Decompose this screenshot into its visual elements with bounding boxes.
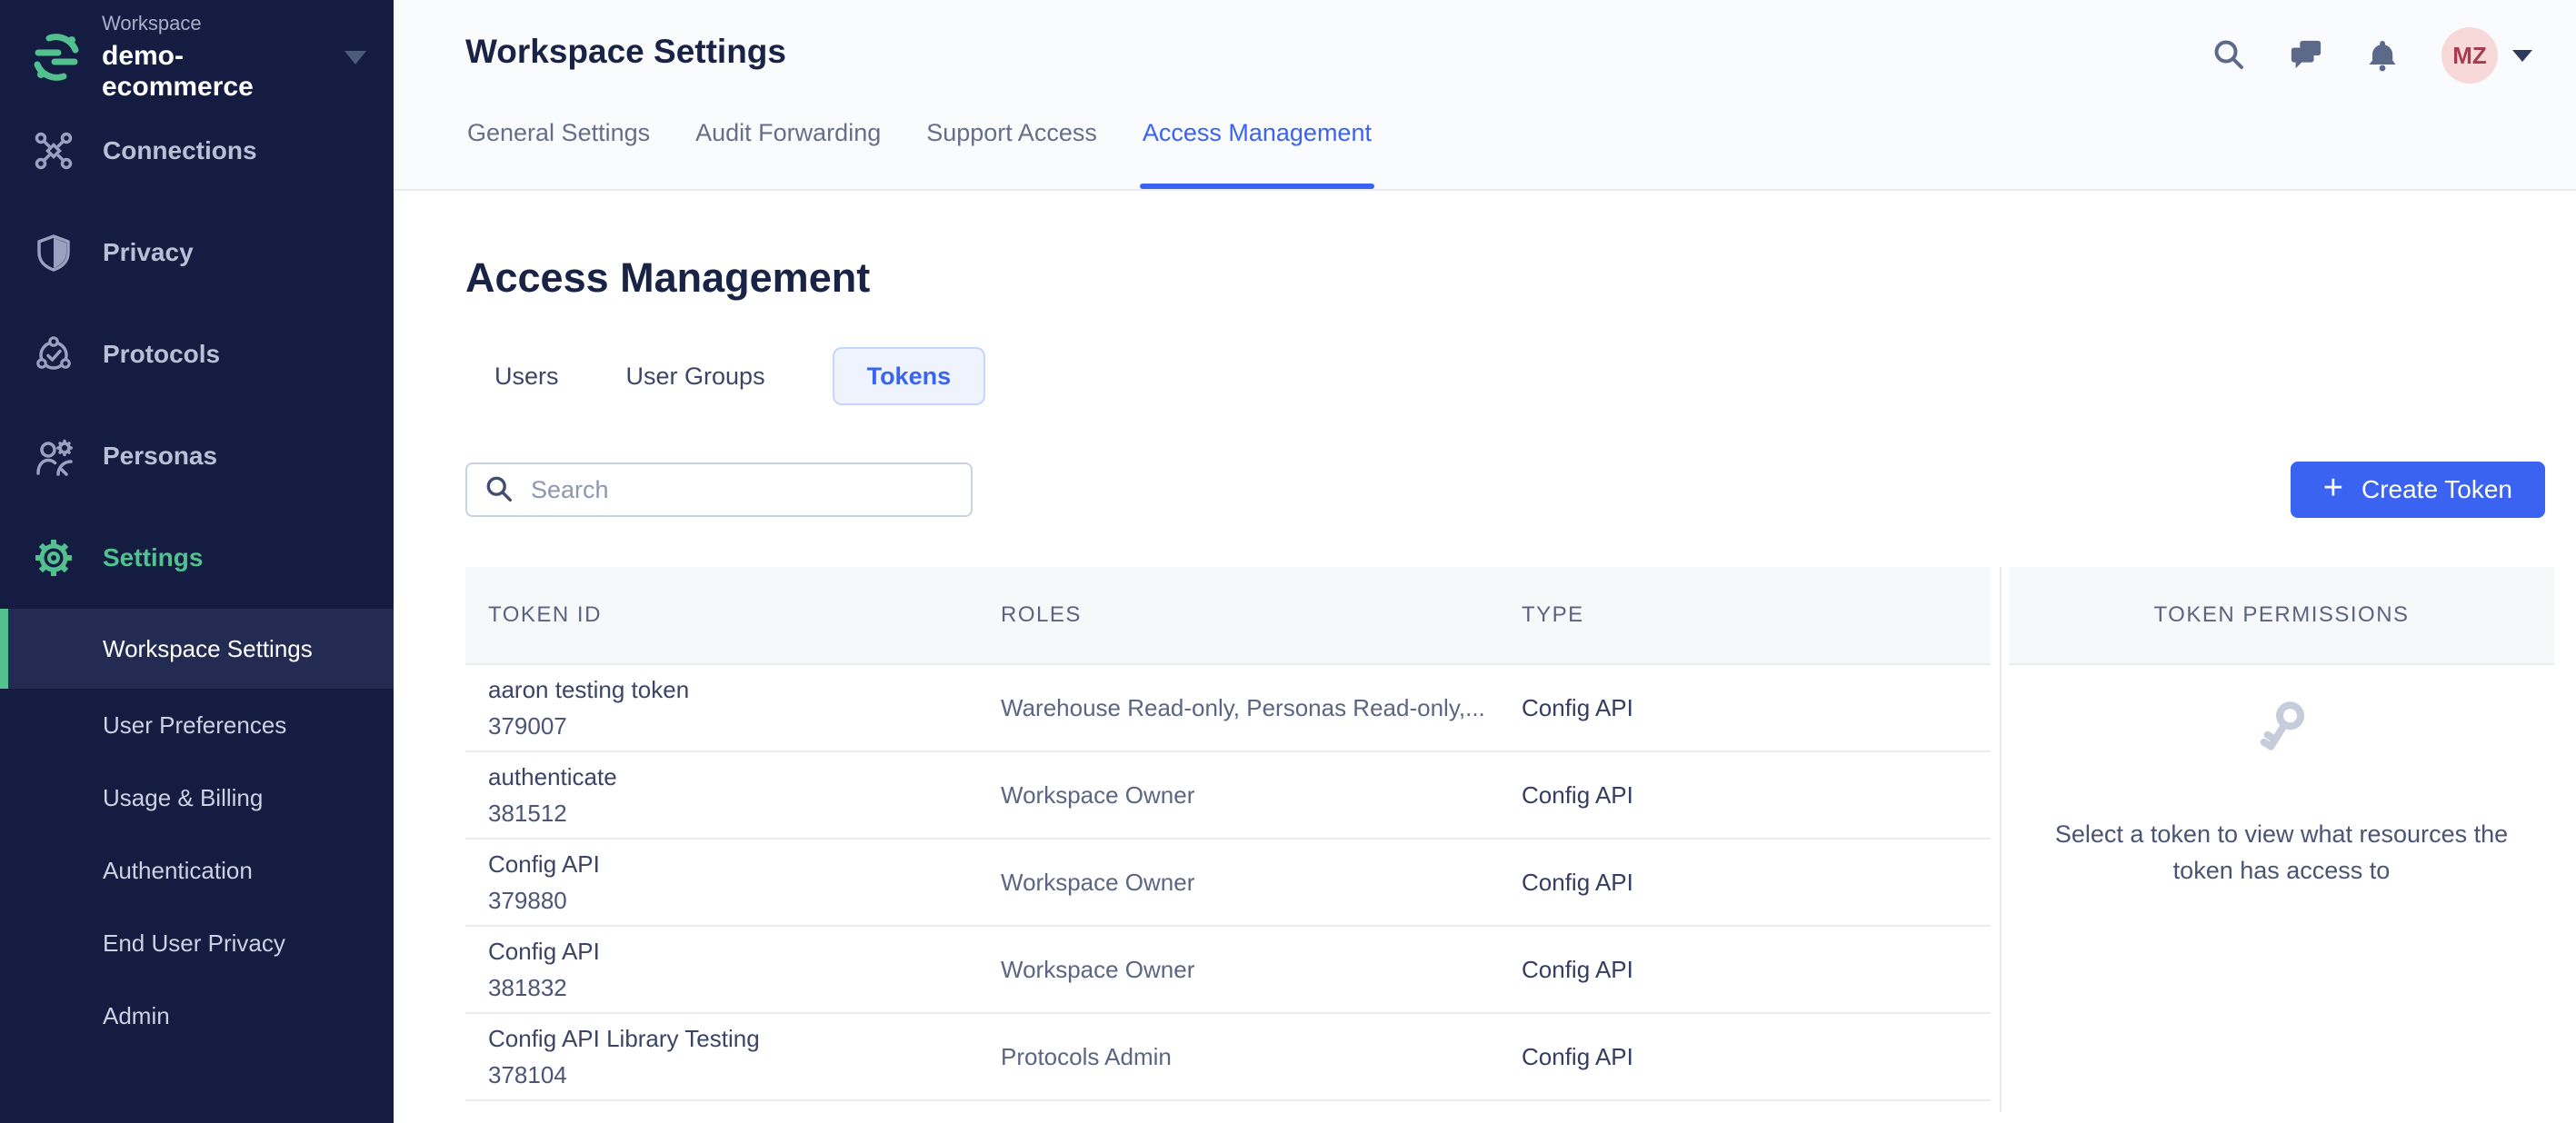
bell-icon[interactable] bbox=[2365, 38, 2400, 73]
page-title: Workspace Settings bbox=[465, 33, 786, 70]
subtab-users[interactable]: Users bbox=[494, 363, 559, 391]
token-roles: Workspace Owner bbox=[1001, 955, 1195, 983]
token-id: 379880 bbox=[488, 886, 567, 914]
key-icon bbox=[2260, 701, 2305, 750]
sidebar-item-label: Connections bbox=[103, 136, 257, 164]
search-icon bbox=[486, 476, 512, 502]
search-input[interactable] bbox=[531, 475, 953, 504]
sidebar-item-privacy[interactable]: Privacy bbox=[0, 202, 394, 303]
workspace-name: demo-ecommerce bbox=[102, 41, 254, 102]
segment-logo-icon bbox=[34, 34, 79, 81]
token-name: Config API Library Testing bbox=[488, 1024, 760, 1052]
tokens-table-header: TOKEN ID ROLES TYPE bbox=[465, 567, 1991, 665]
token-permissions-header: TOKEN PERMISSIONS bbox=[2009, 567, 2554, 665]
tab-audit-forwarding[interactable]: Audit Forwarding bbox=[695, 119, 881, 189]
token-id: 381832 bbox=[488, 973, 567, 1001]
create-token-label: Create Token bbox=[2361, 475, 2512, 503]
settings-tabs: General Settings Audit Forwarding Suppor… bbox=[467, 119, 1375, 189]
protocols-icon bbox=[36, 336, 71, 370]
subnav-item-label: Authentication bbox=[103, 856, 253, 884]
subnav-item-admin[interactable]: Admin bbox=[0, 979, 394, 1052]
settings-subnav: Workspace Settings User Preferences Usag… bbox=[0, 609, 394, 1052]
subnav-item-label: Usage & Billing bbox=[103, 783, 264, 811]
subtab-tokens[interactable]: Tokens bbox=[832, 347, 986, 405]
column-header-roles: ROLES bbox=[1001, 602, 1082, 627]
plus-icon: + bbox=[2322, 469, 2343, 507]
token-roles: Workspace Owner bbox=[1001, 780, 1195, 809]
subnav-item-label: Workspace Settings bbox=[103, 634, 313, 662]
token-type: Config API bbox=[1522, 1042, 1633, 1070]
subnav-item-user-preferences[interactable]: User Preferences bbox=[0, 689, 394, 761]
user-menu-caret-down-icon[interactable] bbox=[2512, 49, 2532, 62]
subtab-user-groups[interactable]: User Groups bbox=[626, 363, 765, 391]
token-type: Config API bbox=[1522, 955, 1633, 983]
connections-icon bbox=[35, 132, 73, 170]
token-name: Config API bbox=[488, 850, 600, 878]
subnav-item-authentication[interactable]: Authentication bbox=[0, 834, 394, 907]
sidebar: Workspace demo-ecommerce Connections Pri… bbox=[0, 0, 394, 1123]
column-header-token-id: TOKEN ID bbox=[488, 602, 602, 627]
subnav-item-end-user-privacy[interactable]: End User Privacy bbox=[0, 907, 394, 979]
sidebar-item-label: Personas bbox=[103, 442, 218, 470]
sidebar-item-label: Protocols bbox=[103, 340, 221, 368]
token-id: 378104 bbox=[488, 1060, 567, 1088]
sidebar-item-personas[interactable]: Personas bbox=[0, 405, 394, 507]
chat-bubbles-icon[interactable] bbox=[2289, 38, 2323, 73]
token-controls: + Create Token bbox=[465, 462, 2554, 518]
sidebar-item-label: Settings bbox=[103, 543, 204, 571]
token-type: Config API bbox=[1522, 693, 1633, 721]
token-search[interactable] bbox=[465, 462, 973, 517]
token-name: aaron testing token bbox=[488, 675, 690, 703]
personas-icon bbox=[36, 439, 73, 476]
column-header-type: TYPE bbox=[1522, 602, 1584, 627]
sidebar-nav: Connections Privacy Protocols Personas S… bbox=[0, 100, 394, 609]
token-roles: Workspace Owner bbox=[1001, 868, 1195, 896]
content-area: Workspace Settings General Settings Audi… bbox=[394, 0, 2576, 1123]
user-menu[interactable]: MZ bbox=[2441, 27, 2532, 84]
table-row[interactable]: Config API 381832 Workspace Owner Config… bbox=[465, 927, 1991, 1014]
create-token-button[interactable]: + Create Token bbox=[2290, 462, 2545, 518]
table-row[interactable]: Config API Library Testing 378104 Protoc… bbox=[465, 1014, 1991, 1101]
subnav-item-label: User Preferences bbox=[103, 711, 287, 739]
sidebar-item-connections[interactable]: Connections bbox=[0, 100, 394, 202]
table-row[interactable]: Config API 379880 Workspace Owner Config… bbox=[465, 840, 1991, 927]
workspace-caret-down-icon[interactable] bbox=[344, 50, 366, 65]
search-icon[interactable] bbox=[2212, 38, 2247, 73]
tab-general-settings[interactable]: General Settings bbox=[467, 119, 650, 189]
token-type: Config API bbox=[1522, 868, 1633, 896]
privacy-shield-icon bbox=[37, 234, 70, 272]
sidebar-item-label: Privacy bbox=[103, 238, 194, 266]
tokens-table: TOKEN ID ROLES TYPE aaron testing token … bbox=[465, 567, 1991, 1112]
sidebar-item-protocols[interactable]: Protocols bbox=[0, 303, 394, 405]
tab-access-management[interactable]: Access Management bbox=[1139, 119, 1375, 189]
main-panel: Access Management Users User Groups Toke… bbox=[394, 191, 2576, 1123]
token-id: 379007 bbox=[488, 711, 567, 740]
token-permissions-empty-state: Select a token to view what resources th… bbox=[2009, 665, 2554, 889]
subnav-item-label: End User Privacy bbox=[103, 929, 285, 957]
token-permissions-panel: TOKEN PERMISSIONS Select a token to view… bbox=[2000, 567, 2554, 1112]
table-row[interactable]: authenticate 381512 Workspace Owner Conf… bbox=[465, 752, 1991, 840]
token-name: authenticate bbox=[488, 762, 617, 790]
section-heading: Access Management bbox=[465, 254, 871, 301]
tab-support-access[interactable]: Support Access bbox=[926, 119, 1097, 189]
token-roles: Warehouse Read-only, Personas Read-only,… bbox=[1001, 693, 1485, 721]
avatar[interactable]: MZ bbox=[2441, 27, 2498, 84]
settings-gear-icon bbox=[35, 540, 72, 576]
sidebar-item-settings[interactable]: Settings bbox=[0, 507, 394, 609]
token-name: Config API bbox=[488, 937, 600, 965]
topbar-actions: MZ bbox=[2212, 25, 2532, 85]
empty-state-message: Select a token to view what resources th… bbox=[2054, 820, 2509, 884]
table-row[interactable]: aaron testing token 379007 Warehouse Rea… bbox=[465, 665, 1991, 752]
subnav-item-usage-billing[interactable]: Usage & Billing bbox=[0, 761, 394, 834]
token-id: 381512 bbox=[488, 799, 567, 827]
token-type: Config API bbox=[1522, 780, 1633, 809]
workspace-label: Workspace bbox=[102, 12, 202, 35]
subnav-item-label: Admin bbox=[103, 1001, 170, 1029]
topbar: Workspace Settings General Settings Audi… bbox=[394, 0, 2576, 191]
token-roles: Protocols Admin bbox=[1001, 1042, 1172, 1070]
workspace-switcher[interactable]: Workspace demo-ecommerce bbox=[0, 0, 394, 102]
tokens-datagrid: TOKEN ID ROLES TYPE aaron testing token … bbox=[465, 567, 2554, 1112]
access-management-subtabs: Users User Groups Tokens bbox=[494, 347, 2554, 405]
subnav-item-workspace-settings[interactable]: Workspace Settings bbox=[0, 609, 394, 689]
